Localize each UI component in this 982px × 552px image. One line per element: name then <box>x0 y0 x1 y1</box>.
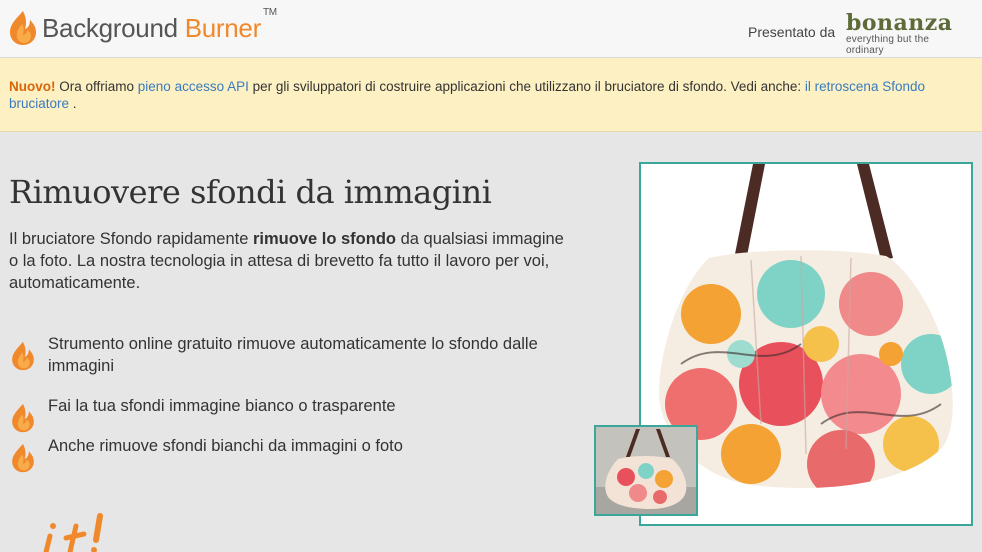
intro-text: Il bruciatore Sfondo rapidamente <box>9 230 253 248</box>
api-access-link[interactable]: pieno accesso API <box>138 79 249 94</box>
notice-text: . <box>69 96 77 111</box>
feature-text: Strumento online gratuito rimuove automa… <box>48 335 538 375</box>
handwritten-doodle <box>43 513 103 552</box>
intro-paragraph: Il bruciatore Sfondo rapidamente rimuove… <box>9 228 569 294</box>
page-title: Rimuovere sfondi da immagini <box>9 173 492 211</box>
announcement-banner: Nuovo! Ora offriamo pieno accesso API pe… <box>0 58 982 132</box>
original-photo-thumbnail[interactable] <box>594 425 698 516</box>
site-header: Background BurnerTM Presentato da bonanz… <box>0 0 982 58</box>
feature-flame-icon <box>10 403 36 433</box>
logo-wordmark: Background BurnerTM <box>42 7 277 44</box>
site-logo[interactable]: Background BurnerTM <box>8 7 277 46</box>
feature-text: Anche rimuove sfondi bianchi da immagini… <box>48 437 403 455</box>
list-item: Anche rimuove sfondi bianchi da immagini… <box>10 435 600 473</box>
feature-flame-icon <box>10 341 36 371</box>
notice-text: Ora offriamo <box>55 79 138 94</box>
presented-by-label: Presentato da <box>748 24 836 40</box>
sponsor-logo[interactable]: bonanza everything but the ordinary <box>846 12 968 56</box>
notice-new-label: Nuovo! <box>9 79 56 94</box>
sponsor-name: bonanza <box>846 10 953 36</box>
flame-icon <box>8 10 38 46</box>
feature-flame-icon <box>10 443 36 473</box>
feature-text: Fai la tua sfondi immagine bianco o tras… <box>48 397 396 415</box>
logo-text-background: Background <box>42 12 178 43</box>
list-item: Strumento online gratuito rimuove automa… <box>10 333 600 395</box>
intro-emphasis: rimuove lo sfondo <box>252 230 396 248</box>
handbag-thumbnail-illustration <box>596 427 696 514</box>
logo-text-burner: Burner <box>184 12 262 43</box>
sponsor-tagline: everything but the ordinary <box>846 34 930 56</box>
logo-trademark: TM <box>262 6 277 18</box>
feature-list: Strumento online gratuito rimuove automa… <box>10 333 600 473</box>
notice-text: per gli sviluppatori di costruire applic… <box>248 79 805 94</box>
list-item: Fai la tua sfondi immagine bianco o tras… <box>10 395 600 435</box>
